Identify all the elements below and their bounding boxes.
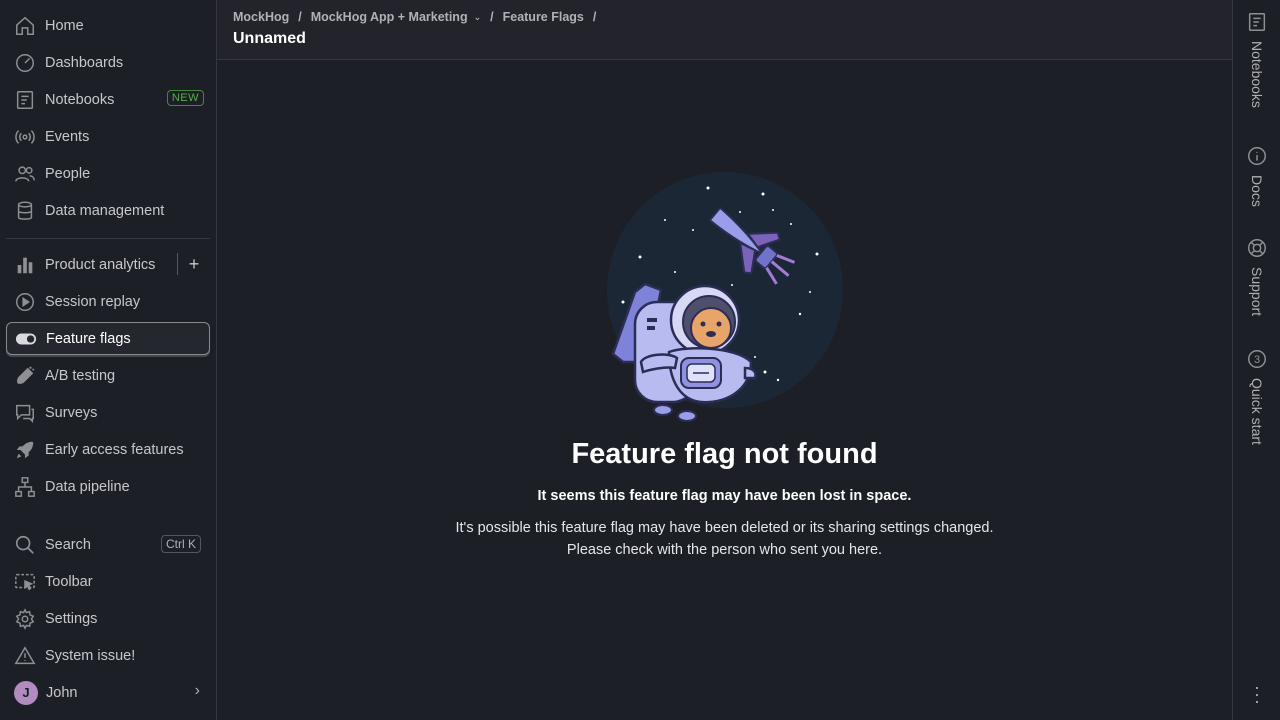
flask-icon [14, 365, 36, 387]
sidebar-item-home[interactable]: Home [6, 9, 210, 42]
sidebar-item-label: Data management [45, 202, 165, 219]
not-found-subtitle: It seems this feature flag may have been… [537, 488, 912, 504]
sidebar-item-search[interactable]: Search Ctrl K [6, 528, 210, 561]
breadcrumb-separator: / [592, 10, 597, 24]
chevron-right-icon: › [194, 682, 200, 699]
avatar: J [14, 680, 38, 705]
side-panel-label: Support [1249, 267, 1265, 317]
user-name: John [46, 684, 78, 701]
sidebar-item-feature-flags[interactable]: Feature flags [6, 322, 210, 355]
people-icon [14, 163, 36, 185]
warning-icon [14, 645, 36, 667]
side-panel-label: Quick start [1249, 378, 1265, 445]
side-panel-notebooks[interactable]: Notebooks [1233, 11, 1280, 108]
sidebar-item-early-access[interactable]: Early access features [6, 433, 210, 466]
description-line: It's possible this feature flag may have… [455, 520, 994, 536]
page-title: Unnamed [233, 30, 306, 47]
lifebuoy-icon [1248, 239, 1266, 257]
sidebar-item-session-replay[interactable]: Session replay [6, 285, 210, 318]
gear-icon [14, 607, 36, 630]
sidebar-item-label: Product analytics [45, 256, 156, 273]
broadcast-icon [14, 126, 36, 148]
sidebar-divider [6, 238, 210, 239]
new-badge: NEW [166, 90, 204, 106]
rocket-icon [14, 439, 36, 461]
sidebar-item-surveys[interactable]: Surveys [6, 396, 210, 429]
breadcrumb: MockHog / MockHog App + Marketing ⌄ / Fe… [233, 10, 605, 24]
chevron-down-icon[interactable]: ⌄ [474, 12, 482, 23]
chat-icon [14, 402, 36, 424]
notebook-icon [1248, 13, 1266, 31]
page-header: MockHog / MockHog App + Marketing ⌄ / Fe… [217, 0, 1232, 60]
breadcrumb-item-organization[interactable]: MockHog [233, 10, 289, 24]
sidebar-item-dashboards[interactable]: Dashboards [6, 46, 210, 79]
sidebar-item-ab-testing[interactable]: A/B testing [6, 359, 210, 392]
side-panel-support[interactable]: Support [1233, 237, 1280, 316]
notebook-icon [14, 89, 36, 111]
sidebar-item-label: Surveys [45, 404, 98, 421]
sidebar-item-label: Data pipeline [45, 478, 130, 495]
sidebar-item-settings[interactable]: Settings [6, 602, 210, 635]
sidebar-item-notebooks[interactable]: Notebooks NEW [6, 83, 210, 116]
sidebar-item-people[interactable]: People [6, 157, 210, 190]
sidebar-item-label: Home [45, 17, 84, 34]
breadcrumb-separator: / [490, 10, 494, 24]
pipeline-icon [14, 476, 36, 498]
sidebar-item-label: People [45, 165, 91, 182]
more-options-icon[interactable]: · · · [1250, 678, 1264, 710]
toolbar-icon [14, 571, 36, 593]
sidebar-item-label: Events [45, 128, 90, 145]
sidebar-item-label: Toolbar [45, 573, 93, 590]
main-content: Feature flag not found It seems this fea… [217, 60, 1232, 720]
sidebar-item-data-pipeline[interactable]: Data pipeline [6, 470, 210, 503]
sidebar-item-label: A/B testing [45, 367, 116, 384]
divider [177, 253, 178, 275]
sidebar-item-label: System issue! [45, 647, 136, 664]
bar-chart-icon [14, 254, 36, 276]
side-panel-docs[interactable]: Docs [1233, 145, 1280, 207]
sidebar-item-toolbar[interactable]: Toolbar [6, 565, 210, 598]
not-found-title: Feature flag not found [571, 438, 878, 470]
add-insight-button[interactable]: + [184, 252, 204, 276]
sidebar-item-label: Notebooks [45, 91, 115, 108]
replay-icon [14, 291, 36, 313]
sidebar-user-menu[interactable]: J John › [6, 676, 210, 709]
sidebar-item-data-management[interactable]: Data management [6, 194, 210, 227]
breadcrumb-item-project[interactable]: MockHog App + Marketing [311, 10, 468, 24]
sidebar-item-label: Search [45, 536, 91, 553]
home-icon [14, 15, 36, 37]
side-panel-label: Docs [1249, 175, 1265, 207]
toggle-icon [15, 328, 37, 350]
sidebar-item-events[interactable]: Events [6, 120, 210, 153]
sidebar-item-label: Early access features [45, 441, 184, 458]
astronaut-hedgehog-illustration [607, 172, 843, 422]
sidebar-item-label: Dashboards [45, 54, 124, 71]
dashboard-icon [14, 52, 36, 74]
sidebar-item-label: Feature flags [46, 330, 131, 347]
info-icon [1248, 147, 1266, 165]
sidebar-item-product-analytics[interactable]: Product analytics + [6, 248, 210, 281]
sidebar-item-label: Session replay [45, 293, 141, 310]
quick-start-count: 3 [1254, 354, 1260, 366]
sidebar: Home Dashboards Notebooks NEW Events Peo… [0, 0, 217, 720]
breadcrumb-item-feature-flags[interactable]: Feature Flags [503, 10, 584, 24]
side-panel-bar: Notebooks Docs Support 3 Quick start · · · [1232, 0, 1280, 720]
side-panel-label: Notebooks [1249, 41, 1265, 108]
breadcrumb-separator: / [298, 10, 302, 24]
database-icon [14, 200, 36, 222]
sidebar-item-label: Settings [45, 610, 98, 627]
description-line: Please check with the person who sent yo… [566, 542, 883, 558]
shortcut-hint: Ctrl K [161, 535, 201, 553]
side-panel-quick-start[interactable]: 3 Quick start [1233, 348, 1280, 445]
sidebar-item-system-issue[interactable]: System issue! [6, 639, 210, 672]
not-found-description: It's possible this feature flag may have… [217, 517, 1232, 561]
counter-icon: 3 [1248, 350, 1266, 368]
search-icon [14, 534, 36, 556]
